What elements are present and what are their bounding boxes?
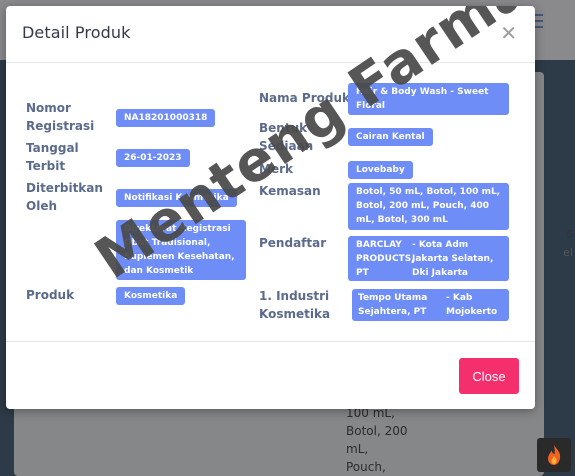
modal-header: Detail Produk ✕ xyxy=(6,6,535,63)
label-nomor-registrasi: Nomor Registrasi xyxy=(26,101,95,133)
label-diterbitkan-oleh: Diterbitkan Oleh xyxy=(26,181,103,213)
industri-box: Tempo Utama Sejahtera, PT - Kab Mojokert… xyxy=(352,289,509,321)
value-produk: Kosmetika xyxy=(116,287,186,305)
close-icon[interactable]: ✕ xyxy=(500,23,517,43)
label-kemasan: Kemasan xyxy=(259,184,321,198)
background-edge-text: s xyxy=(566,226,573,240)
close-button[interactable]: Close xyxy=(459,358,519,394)
product-detail-modal: Detail Produk ✕ Nomor Registrasi NA18201… xyxy=(6,6,535,409)
label-tanggal-terbit: Tanggal Terbit xyxy=(26,141,79,173)
value-diterbitkan-oleh: Notifikasi Kosmetika xyxy=(116,189,237,207)
label-merk: Merk xyxy=(259,162,293,176)
label-produk: Produk xyxy=(26,288,75,302)
label-bentuk-sediaan: Bentuk Sediaan xyxy=(259,121,314,153)
label-nama-produk: Nama Produk xyxy=(259,91,350,105)
floating-fire-button[interactable] xyxy=(537,438,571,472)
label-pendaftar: Pendaftar xyxy=(259,236,327,250)
pendaftar-location: - Kota Adm Jakarta Selatan, Dki Jakarta xyxy=(412,240,494,278)
pendaftar-name: BARCLAY PRODUCTS, PT xyxy=(356,240,415,278)
industri-name: Tempo Utama Sejahtera, PT xyxy=(358,293,428,317)
pendaftar-box: BARCLAY PRODUCTS, PT - Kota Adm Jakarta … xyxy=(348,236,509,281)
value-tanggal-terbit: 26-01-2023 xyxy=(116,149,190,167)
background-text: 100 mL, Botol, 200 mL, Pouch, xyxy=(346,406,408,474)
modal-title: Detail Produk xyxy=(22,23,131,42)
industri-location: - Kab Mojokerto xyxy=(446,293,498,317)
value-nama-produk: Hair & Body Wash - Sweet Floral xyxy=(348,83,509,115)
label-industri-kosmetika: 1. Industri Kosmetika xyxy=(259,289,331,321)
fire-icon xyxy=(548,445,561,465)
value-nomor-registrasi: NA18201000318 xyxy=(116,109,216,127)
background-edge-text-2: el xyxy=(563,246,573,259)
value-kemasan: Botol, 50 mL, Botol, 100 mL, Botol, 200 … xyxy=(348,183,509,230)
modal-footer: Close xyxy=(6,341,535,409)
value-merk: Lovebaby xyxy=(348,161,413,179)
value-direktorat: Direktorat Registrasi Obat Tradisional, … xyxy=(116,220,246,280)
value-bentuk-sediaan: Cairan Kental xyxy=(348,128,433,146)
